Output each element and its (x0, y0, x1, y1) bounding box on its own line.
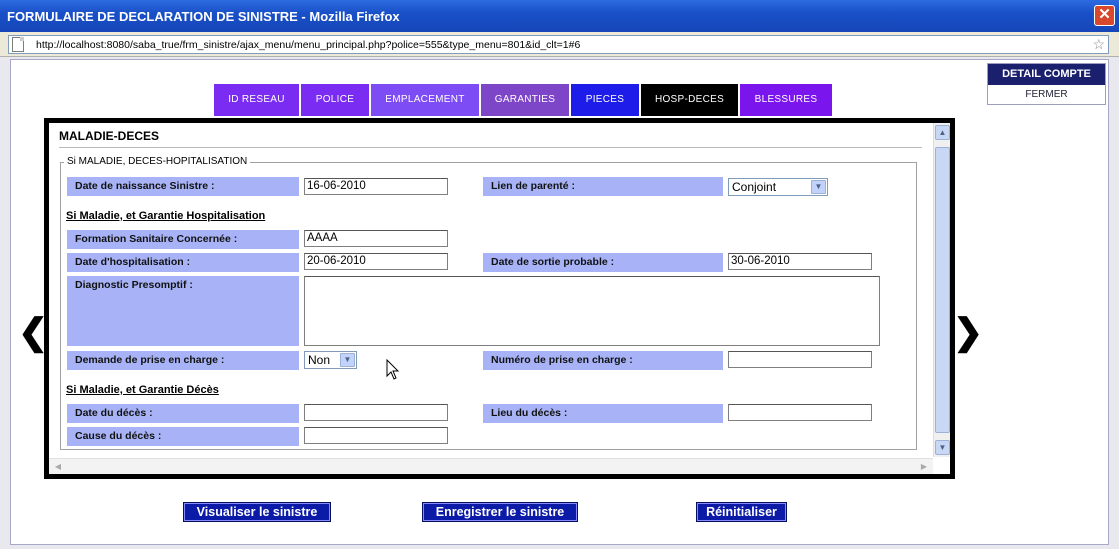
scroll-up-icon[interactable]: ▲ (935, 125, 950, 140)
mouse-cursor-icon (386, 359, 400, 380)
discharge-input[interactable]: 30-06-2010 (728, 253, 872, 270)
scroll-thumb[interactable] (935, 147, 950, 433)
horizontal-scrollbar[interactable]: ◀ ▶ (49, 458, 933, 474)
tab-police[interactable]: POLICE (301, 84, 369, 116)
hosp-date-input[interactable]: 20-06-2010 (304, 253, 448, 270)
relation-value: Conjoint (732, 180, 777, 194)
close-window-button[interactable]: ✕ (1094, 5, 1115, 26)
view-claim-button[interactable]: Visualiser le sinistre (183, 502, 331, 522)
death-cause-label: Cause du décès : (67, 427, 299, 446)
detail-compte-title[interactable]: DETAIL COMPTE (988, 64, 1105, 85)
request-select[interactable]: Non ▼ (304, 351, 357, 369)
facility-input[interactable]: AAAA (304, 230, 448, 247)
diagnosis-textarea[interactable] (304, 276, 880, 346)
divider (59, 147, 922, 148)
address-bar: http://localhost:8080/saba_true/frm_sini… (0, 32, 1119, 57)
close-icon: ✕ (1098, 6, 1111, 23)
section-title: MALADIE-DECES (59, 129, 160, 143)
facility-label: Formation Sanitaire Concernée : (67, 230, 299, 249)
save-claim-button[interactable]: Enregistrer le sinistre (422, 502, 578, 522)
request-number-input[interactable] (728, 351, 872, 368)
url-field[interactable]: http://localhost:8080/saba_true/frm_sini… (8, 35, 1109, 54)
dob-input[interactable]: 16-06-2010 (304, 178, 448, 195)
dob-label: Date de naissance Sinistre : (67, 177, 299, 196)
reset-button[interactable]: Réinitialiser (696, 502, 787, 522)
window-title: FORMULAIRE DE DECLARATION DE SINISTRE - … (7, 9, 400, 24)
discharge-label: Date de sortie probable : (483, 253, 723, 272)
scroll-down-icon[interactable]: ▼ (935, 440, 950, 455)
next-arrow-icon[interactable]: ❯ (953, 314, 983, 350)
relation-label: Lien de parenté : (483, 177, 723, 196)
tab-emplacement[interactable]: EMPLACEMENT (371, 84, 479, 116)
death-place-label: Lieu du décès : (483, 404, 723, 423)
scroll-right-icon[interactable]: ▶ (917, 460, 931, 473)
hospitalisation-subheading: Si Maladie, et Garantie Hospitalisation (66, 210, 266, 222)
death-place-input[interactable] (728, 404, 872, 421)
diagnosis-label: Diagnostic Presomptif : (67, 276, 299, 346)
chevron-down-icon[interactable]: ▼ (811, 180, 826, 194)
bookmark-star-icon[interactable]: ☆ (1092, 36, 1105, 53)
tab-pieces[interactable]: PIECES (571, 84, 639, 116)
death-cause-input[interactable] (304, 427, 448, 444)
tab-id-reseau[interactable]: ID RESEAU (214, 84, 299, 116)
vertical-scrollbar[interactable]: ▲ ▼ (933, 123, 950, 457)
request-value: Non (308, 353, 331, 367)
death-date-input[interactable] (304, 404, 448, 421)
death-date-label: Date du décès : (67, 404, 299, 423)
chevron-down-icon[interactable]: ▼ (340, 353, 355, 367)
detail-compte-panel: DETAIL COMPTE FERMER (987, 63, 1106, 105)
tab-blessures[interactable]: BLESSURES (740, 84, 832, 116)
tab-garanties[interactable]: GARANTIES (481, 84, 569, 116)
page-icon (12, 37, 24, 52)
fermer-link[interactable]: FERMER (988, 85, 1105, 104)
window-titlebar: FORMULAIRE DE DECLARATION DE SINISTRE - … (0, 0, 1119, 32)
url-text[interactable]: http://localhost:8080/saba_true/frm_sini… (36, 39, 580, 51)
scroll-left-icon[interactable]: ◀ (51, 460, 65, 473)
relation-select[interactable]: Conjoint ▼ (728, 178, 828, 196)
hosp-date-label: Date d'hospitalisation : (67, 253, 299, 272)
tab-hosp-deces[interactable]: HOSP-DECES (641, 84, 738, 116)
fieldset-legend: Si MALADIE, DECES-HOPITALISATION (64, 156, 251, 167)
request-number-label: Numéro de prise en charge : (483, 351, 723, 370)
request-label: Demande de prise en charge : (67, 351, 299, 370)
death-subheading: Si Maladie, et Garantie Décès (66, 384, 219, 396)
